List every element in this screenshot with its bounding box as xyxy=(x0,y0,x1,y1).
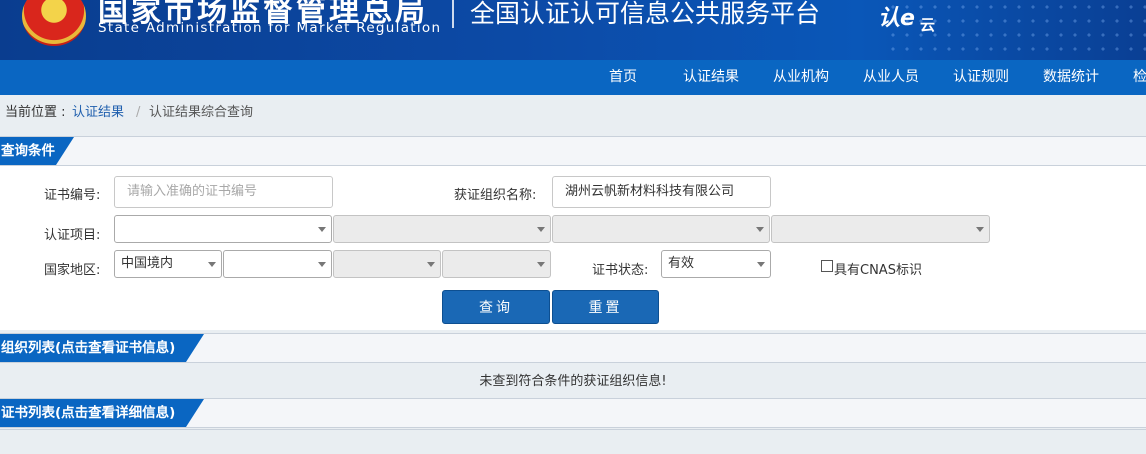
agency-name-en: State Administration for Market Regulati… xyxy=(98,20,442,36)
chevron-down-icon xyxy=(756,227,764,232)
org-list-section-header: 组织列表(点击查看证书信息) xyxy=(0,333,1146,363)
chevron-down-icon xyxy=(537,227,545,232)
project-select-3[interactable] xyxy=(552,215,770,243)
national-emblem-icon xyxy=(22,0,86,46)
chevron-down-icon xyxy=(757,262,765,267)
nav-item-statistics[interactable]: 数据统计 xyxy=(1043,60,1099,95)
region-select-city[interactable] xyxy=(333,250,441,278)
chevron-down-icon xyxy=(537,262,545,267)
cert-list-section-title: 证书列表(点击查看详细信息) xyxy=(0,399,204,427)
chevron-down-icon xyxy=(976,227,984,232)
cnas-label[interactable]: 具有CNAS标识 xyxy=(834,259,922,278)
nav-item-personnel[interactable]: 从业人员 xyxy=(863,60,919,95)
breadcrumb-current: 认证结果综合查询 xyxy=(149,105,254,120)
query-section-title: 查询条件 xyxy=(0,137,74,165)
cnas-checkbox[interactable] xyxy=(821,260,833,272)
status-select[interactable]: 有效 xyxy=(661,250,771,278)
rene-logo-text: 认e xyxy=(878,6,915,31)
rene-logo-cloud: 云 xyxy=(920,16,936,34)
status-label: 证书状态: xyxy=(592,263,649,278)
breadcrumb: 当前位置 : 认证结果 / 认证结果综合查询 xyxy=(0,95,1146,133)
breadcrumb-separator: / xyxy=(136,105,141,120)
search-button[interactable]: 查询 xyxy=(442,290,550,324)
nav-item-institutions[interactable]: 从业机构 xyxy=(773,60,829,95)
project-select-1[interactable] xyxy=(114,215,332,243)
query-section-header: 查询条件 xyxy=(0,136,1146,166)
org-name-label: 获证组织名称: xyxy=(454,188,537,203)
chevron-down-icon xyxy=(318,227,326,232)
nav-item-more[interactable]: 检 xyxy=(1133,60,1146,95)
region-select-province[interactable] xyxy=(223,250,332,278)
project-select-4[interactable] xyxy=(771,215,990,243)
region-label: 国家地区: xyxy=(44,263,101,278)
project-label: 认证项目: xyxy=(44,228,101,243)
region-select-country[interactable]: 中国境内 xyxy=(114,250,222,278)
org-list-empty-message: 未查到符合条件的获证组织信息! xyxy=(0,365,1146,399)
region-select-district[interactable] xyxy=(442,250,551,278)
cert-list-body xyxy=(0,429,1146,454)
cert-list-section-header: 证书列表(点击查看详细信息) xyxy=(0,398,1146,428)
chevron-down-icon xyxy=(208,262,216,267)
project-select-2[interactable] xyxy=(333,215,551,243)
chevron-down-icon xyxy=(427,262,435,267)
org-name-input[interactable]: 湖州云帆新材料科技有限公司 xyxy=(552,176,771,208)
platform-title: 全国认证认可信息公共服务平台 xyxy=(470,0,821,28)
nav-item-cert-results[interactable]: 认证结果 xyxy=(683,60,739,95)
nav-item-cert-rules[interactable]: 认证规则 xyxy=(953,60,1009,95)
reset-button[interactable]: 重置 xyxy=(552,290,659,324)
header-banner: 国家市场监督管理总局 State Administration for Mark… xyxy=(0,0,1146,60)
main-nav: 首页 认证结果 从业机构 从业人员 认证规则 数据统计 检 xyxy=(0,60,1146,95)
nav-item-home[interactable]: 首页 xyxy=(609,60,637,95)
breadcrumb-prefix: 当前位置 : xyxy=(5,105,66,120)
breadcrumb-link-cert-results[interactable]: 认证结果 xyxy=(72,95,124,131)
header-divider xyxy=(452,0,454,28)
cert-no-input[interactable]: 请输入准确的证书编号 xyxy=(114,176,333,208)
chevron-down-icon xyxy=(318,262,326,267)
query-form: 证书编号: 请输入准确的证书编号 获证组织名称: 湖州云帆新材料科技有限公司 认… xyxy=(0,166,1146,330)
cert-no-label: 证书编号: xyxy=(44,188,101,203)
org-list-section-title: 组织列表(点击查看证书信息) xyxy=(0,334,204,362)
